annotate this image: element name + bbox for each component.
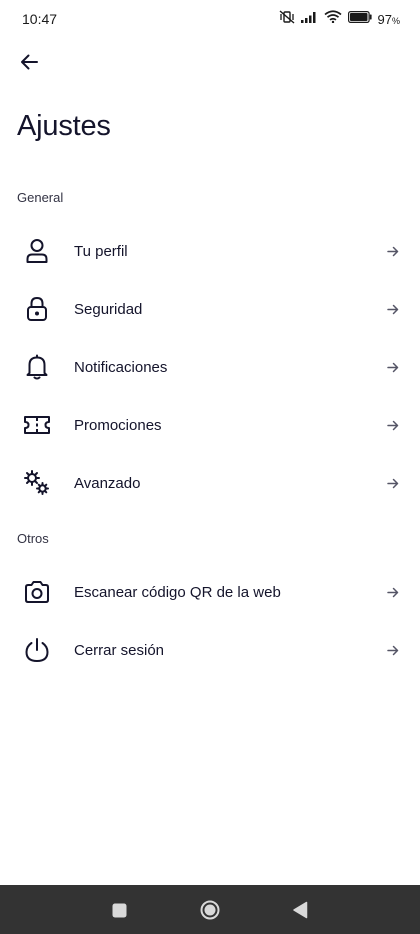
camera-icon (22, 577, 52, 607)
settings-item-label: Seguridad (74, 300, 143, 318)
status-icons: 97% (279, 9, 400, 29)
arrow-right-icon (386, 643, 400, 657)
settings-screen: 10:47 97% Ajustes General Tu perfil Segu… (0, 0, 420, 934)
settings-item-label: Promociones (74, 416, 162, 434)
home-button[interactable] (199, 899, 221, 921)
system-nav-bar (0, 885, 420, 934)
settings-item-label: Notificaciones (74, 358, 168, 376)
lock-icon (22, 294, 52, 324)
bell-icon (22, 352, 52, 382)
arrow-right-icon (386, 476, 400, 490)
section-label-general: General (17, 190, 64, 205)
battery-percent: 97% (377, 11, 400, 27)
settings-item-label: Cerrar sesión (74, 641, 165, 659)
status-bar: 10:47 97% (0, 0, 420, 38)
settings-item-notifications[interactable]: Notificaciones (0, 338, 420, 396)
settings-item-scan-qr[interactable]: Escanear código QR de la web (0, 563, 420, 621)
settings-item-label: Escanear código QR de la web (74, 583, 281, 601)
power-icon (22, 635, 52, 665)
arrow-right-icon (386, 360, 400, 374)
back-button[interactable] (12, 48, 46, 80)
signal-icon (300, 10, 318, 28)
settings-item-label: Tu perfil (74, 242, 128, 260)
gears-icon (22, 468, 52, 498)
recents-button[interactable] (110, 901, 128, 919)
section-label-otros: Otros (17, 531, 49, 546)
vibrate-mute-icon (279, 9, 295, 29)
arrow-right-icon (386, 244, 400, 258)
settings-item-security[interactable]: Seguridad (0, 280, 420, 338)
user-icon (22, 236, 52, 266)
arrow-right-icon (386, 302, 400, 316)
ticket-icon (22, 410, 52, 440)
back-nav-button[interactable] (290, 900, 310, 920)
page-title: Ajustes (17, 110, 111, 142)
settings-item-promotions[interactable]: Promociones (0, 396, 420, 454)
battery-icon (347, 10, 372, 28)
arrow-right-icon (386, 418, 400, 432)
arrow-left-icon (19, 53, 39, 76)
arrow-right-icon (386, 585, 400, 599)
status-time: 10:47 (22, 11, 58, 27)
settings-item-label: Avanzado (74, 474, 141, 492)
settings-item-logout[interactable]: Cerrar sesión (0, 621, 420, 679)
settings-item-advanced[interactable]: Avanzado (0, 454, 420, 512)
wifi-icon (323, 10, 342, 28)
settings-item-profile[interactable]: Tu perfil (0, 222, 420, 280)
